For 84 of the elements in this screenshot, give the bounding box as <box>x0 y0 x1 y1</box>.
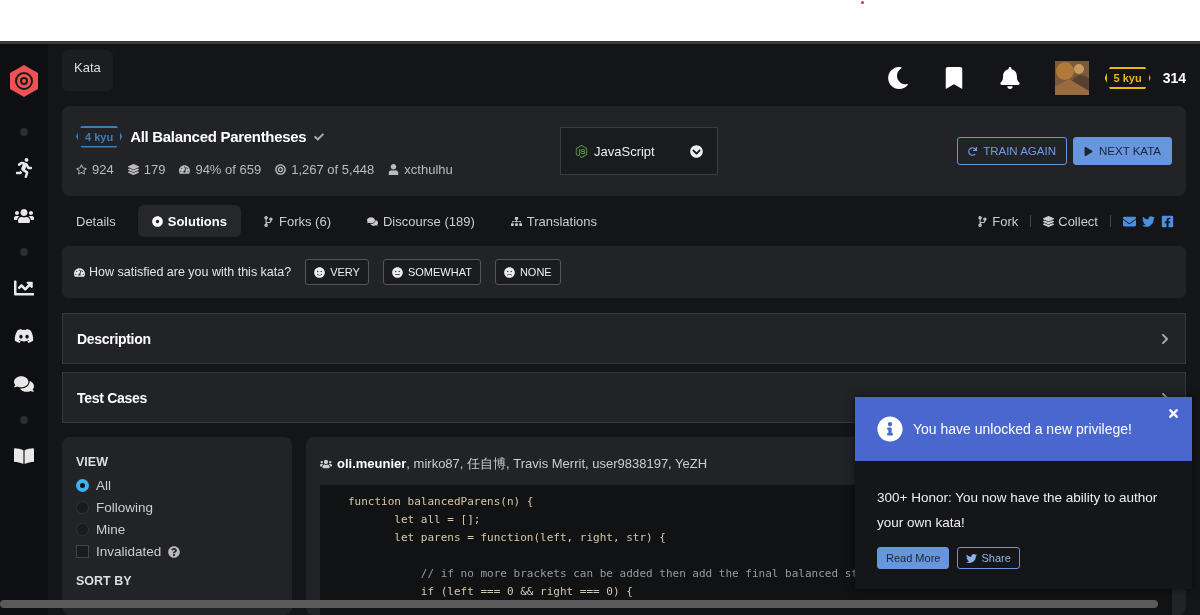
neutral-face-icon <box>391 266 403 278</box>
separator-dot <box>20 416 28 424</box>
author-link[interactable]: xcthulhu <box>404 161 453 177</box>
separator-dot <box>20 128 28 136</box>
separator-dot <box>20 248 28 256</box>
twitter-icon[interactable] <box>1142 214 1155 228</box>
users-icon <box>320 458 332 470</box>
trend-icon[interactable] <box>14 278 34 298</box>
kata-title: All Balanced Parentheses <box>130 128 307 145</box>
read-more-button[interactable]: Read More <box>877 547 950 569</box>
option-label: All <box>96 478 111 493</box>
bell-icon[interactable] <box>998 67 1021 89</box>
chat-icon[interactable] <box>14 374 34 394</box>
scrollbar[interactable] <box>0 600 1158 608</box>
close-icon[interactable] <box>1167 407 1180 420</box>
filter-heading: VIEW <box>76 455 109 469</box>
section-title: Description <box>77 330 151 347</box>
breadcrumb-tab[interactable]: Kata <box>62 50 113 91</box>
link[interactable]: Collect <box>1043 213 1098 229</box>
hierarchy-icon <box>510 215 522 227</box>
play-icon <box>1084 146 1093 156</box>
facebook-icon[interactable] <box>1161 214 1174 228</box>
rating-button[interactable]: NONE <box>494 259 561 285</box>
user-icon <box>388 163 400 175</box>
tab[interactable]: Translations <box>496 205 612 237</box>
option-label: Invalidated <box>96 544 162 559</box>
option-label: Following <box>96 500 154 515</box>
target-icon <box>275 163 287 175</box>
discord-icon[interactable] <box>14 326 34 346</box>
nodejs-icon <box>575 144 588 158</box>
code-line: let all = []; <box>393 512 481 528</box>
stat-value: 94% of 659 <box>195 161 262 177</box>
tab[interactable]: Discourse (189) <box>352 205 489 237</box>
star-icon <box>76 163 87 175</box>
refresh-icon <box>968 146 978 156</box>
rank-badge: 5 kyu <box>1104 67 1151 89</box>
rank-badge: 4 kyu <box>76 125 123 148</box>
code-line: let parens = function(left, right, str) { <box>393 530 666 546</box>
option-label: Mine <box>96 522 126 537</box>
info-icon <box>877 416 903 442</box>
help-icon <box>168 545 181 558</box>
layers-icon <box>1043 215 1055 227</box>
tab[interactable]: Solutions <box>137 205 241 237</box>
feedback-question: How satisfied are you with this kata? <box>89 265 292 279</box>
accordion-header[interactable]: Description <box>62 313 1186 364</box>
book-icon[interactable] <box>14 446 34 466</box>
tab[interactable]: Details <box>62 205 130 237</box>
toast-message: 300+ Honor: You now have the ability to author your own kata! <box>877 489 1159 532</box>
language-dropdown[interactable]: JavaScript <box>560 127 718 175</box>
link[interactable]: Fork <box>977 213 1019 229</box>
stat-value: 1,267 of 5,448 <box>291 161 375 177</box>
mail-icon[interactable] <box>1123 214 1136 228</box>
target-icon <box>151 215 163 227</box>
checkbox[interactable] <box>76 545 89 558</box>
honor-count: 314 <box>1162 70 1186 86</box>
chevron-down-icon <box>690 144 703 158</box>
train-again-button[interactable]: TRAIN AGAIN <box>957 137 1067 165</box>
fork-icon <box>977 215 989 227</box>
tab[interactable]: Forks (6) <box>248 205 345 237</box>
next-kata-button[interactable]: NEXT KATA <box>1073 137 1172 165</box>
moon-icon[interactable] <box>886 67 909 89</box>
radio-button[interactable] <box>76 479 89 492</box>
share-button[interactable]: Share <box>957 547 1020 569</box>
frown-icon <box>503 266 515 278</box>
rating-button[interactable]: VERY <box>305 259 369 285</box>
code-line: if (left === 0 && right === 0) { <box>419 584 633 600</box>
fork-icon <box>262 215 274 227</box>
authors-list: oli.meunier, mirko87, 任自博, Travis Merrit, user9838197, YeZH <box>337 455 708 473</box>
marker-dot <box>861 1 864 4</box>
stat-value: 179 <box>143 161 166 177</box>
toast-title: You have unlocked a new privilege! <box>913 421 1132 437</box>
stat-value: 924 <box>92 161 114 177</box>
smile-icon <box>314 266 326 278</box>
logo-icon[interactable] <box>8 64 40 98</box>
runner-icon[interactable] <box>14 158 34 178</box>
code-line: function balancedParens(n) { <box>348 494 534 510</box>
gauge-icon <box>179 163 191 175</box>
layers-icon <box>127 163 139 175</box>
chat-icon <box>366 215 378 227</box>
filter-heading: SORT BY <box>76 574 133 588</box>
twitter-icon <box>966 552 978 564</box>
section-title: Test Cases <box>77 389 147 406</box>
gauge-icon <box>74 266 85 278</box>
rating-button[interactable]: SOMEWHAT <box>382 259 481 285</box>
